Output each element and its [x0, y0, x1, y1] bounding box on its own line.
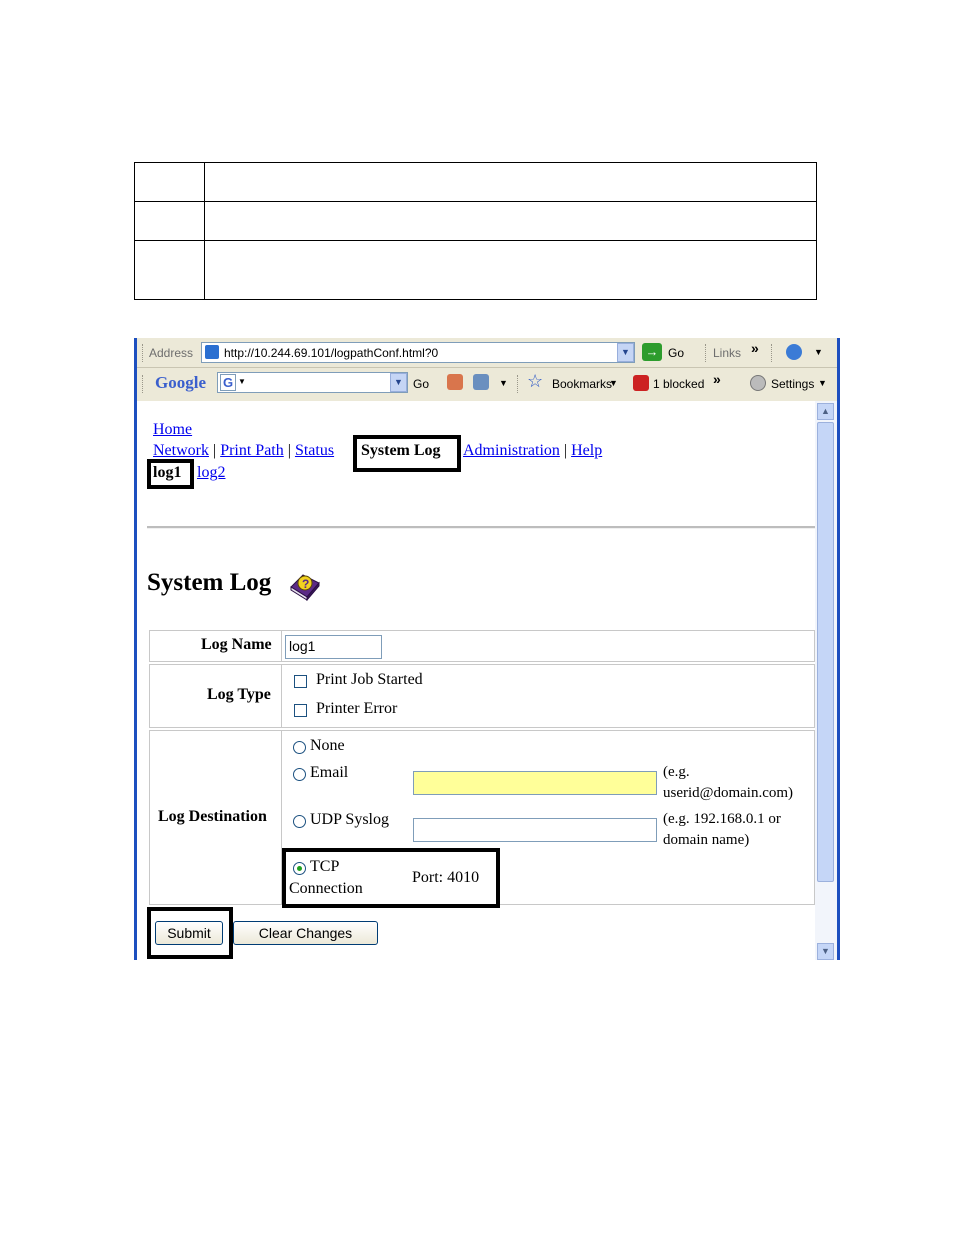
log-name-input[interactable]: log1	[285, 635, 382, 659]
nav-administration-link[interactable]: Administration	[463, 442, 560, 459]
star-icon[interactable]: ☆	[527, 371, 543, 392]
address-url: http://10.244.69.101/logpathConf.html?0	[224, 346, 439, 360]
links-label[interactable]: Links	[713, 346, 741, 360]
toolbar-grip[interactable]	[705, 344, 709, 362]
toolbar-grip[interactable]	[142, 375, 146, 393]
email-hint-line-2: userid@domain.com)	[663, 785, 794, 801]
address-label: Address	[149, 346, 194, 360]
popup-blocked-label[interactable]: 1 blocked	[653, 377, 704, 391]
google-logo[interactable]: Google	[155, 373, 206, 393]
nav-separator: |	[212, 442, 217, 459]
page-icon	[205, 345, 219, 359]
scroll-up-icon[interactable]: ▲	[817, 403, 834, 420]
highlight-box	[147, 907, 233, 959]
nav-separator: |	[563, 442, 568, 459]
nav-separator: |	[287, 442, 291, 459]
highlight-box	[353, 435, 461, 472]
print-job-started-label: Print Job Started	[316, 671, 423, 688]
scrollbar-thumb[interactable]	[817, 422, 834, 882]
google-go-button[interactable]: Go	[413, 377, 429, 391]
browser-window: Address http://10.244.69.101/logpathConf…	[134, 338, 840, 960]
destination-udp-label: UDP Syslog	[310, 811, 389, 828]
chevron-down-icon[interactable]: ▼	[499, 378, 508, 388]
printer-error-label: Printer Error	[316, 700, 398, 717]
chevron-down-icon[interactable]: ▼	[814, 347, 823, 357]
popup-blocker-icon[interactable]	[633, 375, 649, 391]
address-dropdown-button[interactable]: ▼	[617, 343, 634, 362]
google-dropdown-button[interactable]: ▼	[390, 373, 407, 392]
cell-divider	[281, 630, 282, 662]
svg-text:?: ?	[302, 577, 309, 591]
scroll-down-icon[interactable]: ▼	[817, 943, 834, 960]
document-table	[134, 162, 817, 300]
destination-none-radio[interactable]	[293, 741, 306, 754]
table-divider	[204, 163, 205, 299]
address-toolbar: Address http://10.244.69.101/logpathConf…	[137, 338, 837, 368]
nav-home-link[interactable]: Home	[153, 421, 192, 439]
page-content: Home Network | Print Path | Status Syste…	[137, 401, 815, 960]
udp-hint-line-1: (e.g. 192.168.0.1 or	[663, 811, 781, 827]
settings-button[interactable]: Settings	[771, 377, 814, 391]
google-toolbar: Google G ▼ ▼ Go ▼ ☆ Bookmarks ▼ 1 blocke…	[137, 368, 837, 399]
horizontal-rule	[147, 526, 815, 529]
bookmark-tool-icon[interactable]	[447, 374, 463, 390]
nav-network-link[interactable]: Network	[153, 442, 209, 459]
bookmarks-button[interactable]: Bookmarks	[552, 377, 612, 391]
sub-nav-log2-link[interactable]: log2	[197, 464, 225, 482]
options-icon[interactable]	[473, 374, 489, 390]
udp-syslog-input[interactable]	[413, 818, 657, 842]
go-button[interactable]: Go	[668, 346, 684, 360]
printer-error-checkbox[interactable]	[294, 704, 307, 717]
print-job-started-checkbox[interactable]	[294, 675, 307, 688]
more-chevron-icon[interactable]: »	[713, 371, 721, 387]
main-nav: Network | Print Path | Status	[153, 442, 334, 460]
log-destination-label: Log Destination	[158, 808, 267, 825]
table-row-divider	[135, 240, 816, 241]
links-chevron-icon[interactable]: »	[751, 340, 759, 356]
chevron-down-icon[interactable]: ▼	[609, 378, 618, 388]
destination-email-label: Email	[310, 764, 349, 781]
destination-udp-radio[interactable]	[293, 815, 306, 828]
highlight-box	[147, 459, 194, 489]
cell-divider	[281, 664, 282, 728]
help-book-icon[interactable]: ?	[287, 569, 321, 601]
nav-print-path-link[interactable]: Print Path	[220, 442, 284, 459]
address-input[interactable]: http://10.244.69.101/logpathConf.html?0	[201, 342, 635, 363]
email-input[interactable]	[413, 771, 657, 795]
vertical-scrollbar[interactable]: ▲ ▼	[815, 401, 837, 960]
settings-icon[interactable]	[750, 375, 766, 391]
log-type-label: Log Type	[207, 686, 271, 703]
email-hint-line-1: (e.g.	[663, 764, 690, 780]
google-g-icon[interactable]: G	[220, 374, 236, 391]
toolbar-grip[interactable]	[517, 375, 521, 393]
google-search-input[interactable]: G ▼	[217, 372, 408, 393]
destination-email-radio[interactable]	[293, 768, 306, 781]
secondary-nav: Administration | Help	[463, 442, 602, 460]
destination-none-label: None	[310, 737, 345, 754]
globe-icon[interactable]	[786, 344, 802, 360]
toolbar-grip[interactable]	[142, 344, 146, 362]
nav-help-link[interactable]: Help	[571, 442, 602, 459]
table-row-divider	[135, 201, 816, 202]
go-arrow-icon[interactable]: →	[642, 343, 662, 361]
udp-hint-line-2: domain name)	[663, 832, 750, 848]
highlight-box	[282, 848, 500, 908]
chevron-down-icon[interactable]: ▼	[238, 377, 246, 386]
toolbar-grip[interactable]	[771, 344, 775, 362]
page-title: System Log	[147, 569, 272, 596]
clear-changes-button[interactable]: Clear Changes	[233, 921, 378, 945]
nav-status-link[interactable]: Status	[295, 442, 334, 459]
chevron-down-icon[interactable]: ▼	[818, 378, 827, 388]
log-name-label: Log Name	[201, 636, 272, 653]
